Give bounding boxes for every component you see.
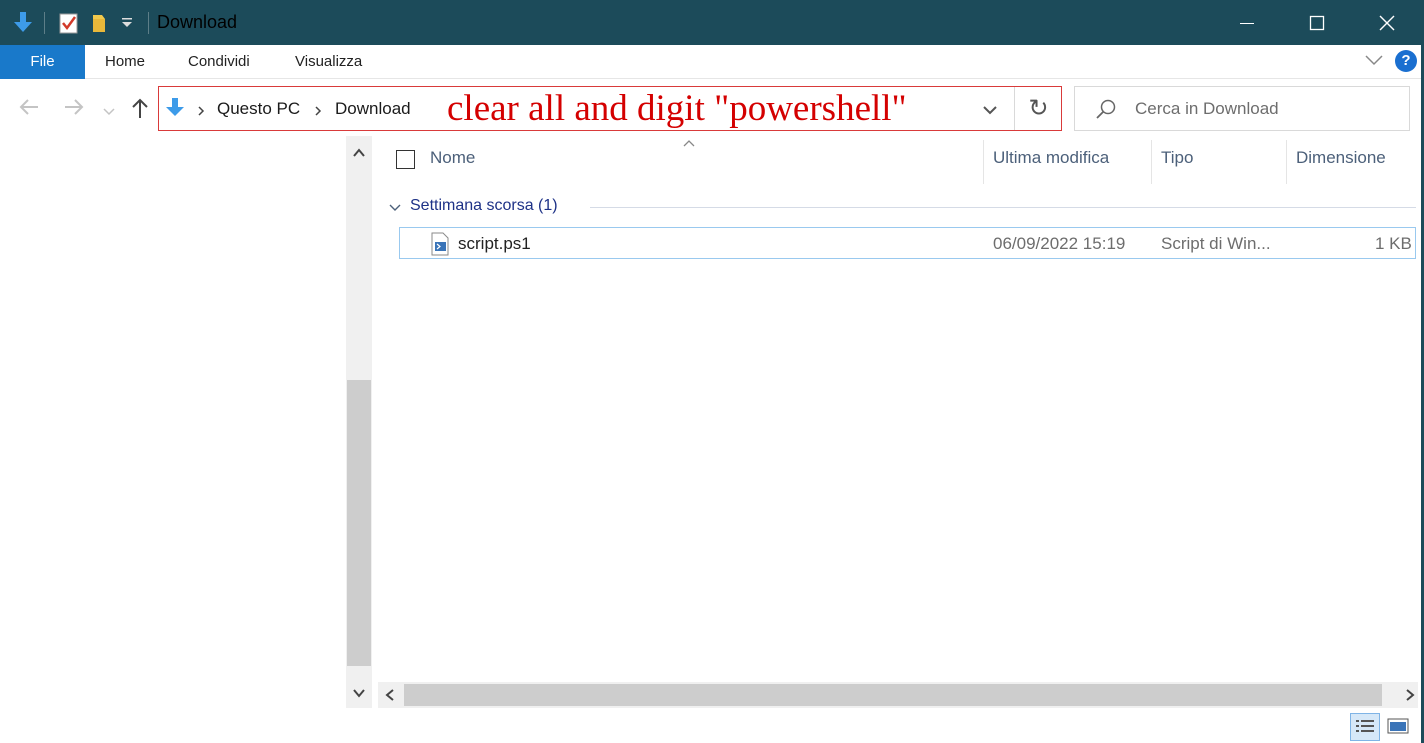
breadcrumb-chevron-icon <box>314 104 322 122</box>
tab-view[interactable]: Visualizza <box>295 45 362 79</box>
navigation-bar: Questo PC Download clear all and digit "… <box>0 80 1424 136</box>
title-separator <box>44 12 45 34</box>
tab-home[interactable]: Home <box>105 45 145 79</box>
group-header[interactable]: Settimana scorsa (1) <box>386 196 1416 218</box>
powershell-script-icon <box>430 232 450 261</box>
scrollbar-thumb[interactable] <box>347 380 371 666</box>
download-arrow-icon[interactable] <box>12 11 34 40</box>
search-placeholder: Cerca in Download <box>1135 99 1279 118</box>
scroll-right-icon[interactable] <box>1404 688 1416 707</box>
expand-ribbon-icon[interactable] <box>1364 53 1384 72</box>
refresh-button[interactable]: ↻ <box>1014 87 1062 130</box>
group-divider <box>590 207 1416 208</box>
scroll-down-icon[interactable] <box>351 686 367 704</box>
column-separator[interactable] <box>1151 140 1152 184</box>
ribbon-tabs: File Home Condividi Visualizza <box>0 45 1424 79</box>
breadcrumb-this-pc[interactable]: Questo PC <box>217 99 300 119</box>
breadcrumb-download[interactable]: Download <box>335 99 411 119</box>
breadcrumb-chevron-icon <box>197 104 205 122</box>
title-bar: Download <box>0 0 1424 45</box>
collapse-group-icon[interactable] <box>388 200 402 218</box>
back-arrow-icon[interactable] <box>18 96 40 123</box>
instruction-annotation: clear all and digit "powershell" <box>447 88 907 129</box>
search-box[interactable]: Cerca in Download <box>1074 86 1410 131</box>
select-all-checkbox[interactable] <box>396 150 415 169</box>
address-dropdown-icon[interactable] <box>981 103 999 121</box>
close-button[interactable] <box>1352 0 1422 45</box>
recent-locations-chevron-icon[interactable] <box>102 104 116 122</box>
large-icons-view-icon <box>1387 718 1409 734</box>
minimize-icon <box>1240 22 1254 24</box>
new-folder-icon[interactable] <box>90 11 112 40</box>
sort-ascending-icon <box>682 136 696 154</box>
column-separator[interactable] <box>1286 140 1287 184</box>
file-modified: 06/09/2022 15:19 <box>993 234 1126 253</box>
customize-toolbar-icon[interactable] <box>120 16 134 35</box>
download-folder-icon <box>165 97 185 124</box>
help-button[interactable]: ? <box>1395 50 1417 72</box>
minimize-button[interactable] <box>1212 0 1282 45</box>
details-view-button[interactable] <box>1350 713 1380 741</box>
title-separator <box>148 12 149 34</box>
status-bar <box>0 708 1424 743</box>
properties-icon[interactable] <box>58 11 80 40</box>
address-bar[interactable]: Questo PC Download clear all and digit "… <box>158 86 1062 131</box>
column-header-modified[interactable]: Ultima modifica <box>993 148 1109 168</box>
forward-arrow-icon[interactable] <box>63 96 85 123</box>
file-size: 1 KB <box>1375 234 1412 253</box>
tab-file[interactable]: File <box>0 45 85 79</box>
window-title: Download <box>157 12 238 32</box>
up-arrow-icon[interactable] <box>129 96 151 125</box>
refresh-icon: ↻ <box>1028 95 1049 122</box>
file-type: Script di Win... <box>1161 234 1271 253</box>
details-view-icon <box>1356 720 1374 732</box>
navigation-pane[interactable] <box>0 136 346 708</box>
scroll-up-icon[interactable] <box>351 146 367 164</box>
column-separator[interactable] <box>983 140 984 184</box>
horizontal-scrollbar[interactable] <box>378 682 1418 708</box>
column-header-size[interactable]: Dimensione <box>1296 148 1386 168</box>
scroll-left-icon[interactable] <box>384 688 396 707</box>
file-list: Nome Ultima modifica Tipo Dimensione Set… <box>378 136 1418 682</box>
column-header-type[interactable]: Tipo <box>1161 148 1193 168</box>
maximize-button[interactable] <box>1282 0 1352 45</box>
file-name[interactable]: script.ps1 <box>458 234 531 254</box>
large-icons-view-button[interactable] <box>1384 713 1414 741</box>
close-icon <box>1379 15 1395 30</box>
column-header-name[interactable]: Nome <box>430 148 475 168</box>
navigation-pane-scrollbar[interactable] <box>346 136 372 708</box>
maximize-icon <box>1309 15 1325 30</box>
table-row[interactable]: script.ps1 06/09/2022 15:19 Script di Wi… <box>399 227 1416 259</box>
group-label: Settimana scorsa (1) <box>410 197 558 214</box>
scrollbar-thumb[interactable] <box>404 684 1382 706</box>
tab-share[interactable]: Condividi <box>188 45 250 79</box>
search-icon <box>1095 98 1117 125</box>
